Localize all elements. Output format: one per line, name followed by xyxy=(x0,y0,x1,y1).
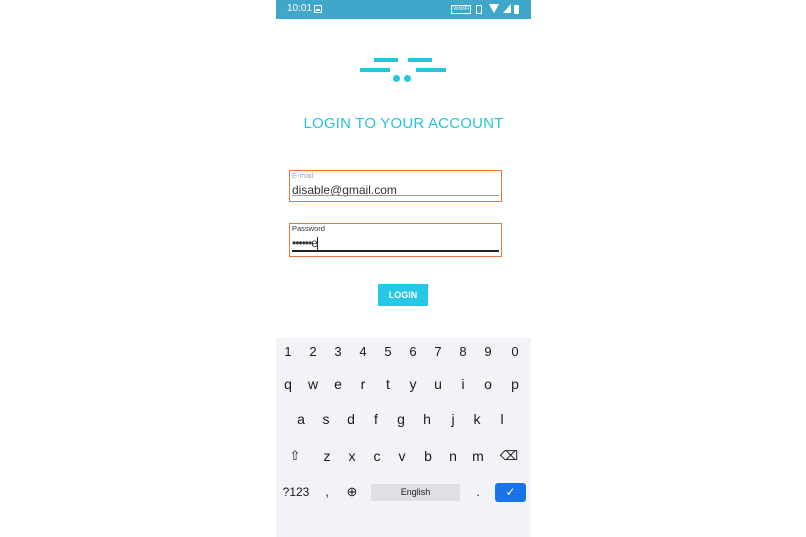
keyboard-number-row: 1 2 3 4 5 6 7 8 9 0 xyxy=(276,342,531,362)
image-notification-icon xyxy=(314,5,322,13)
password-value: ••••••e xyxy=(292,236,318,250)
symbols-key[interactable]: ?123 xyxy=(281,482,311,502)
period-key[interactable]: . xyxy=(467,482,489,502)
login-button[interactable]: LOGIN xyxy=(378,284,428,306)
key-e[interactable]: e xyxy=(327,374,349,394)
app-logo xyxy=(360,55,446,83)
shift-key-icon[interactable]: ⇧ xyxy=(284,446,306,466)
key-3[interactable]: 3 xyxy=(327,342,349,362)
keyboard-row-1: q w e r t y u i o p xyxy=(276,374,531,394)
key-b[interactable]: b xyxy=(417,446,439,466)
password-field[interactable]: Password ••••••e xyxy=(289,223,502,257)
enter-key-icon[interactable]: ✓ xyxy=(495,483,526,502)
page-title: LOGIN TO YOUR ACCOUNT xyxy=(303,115,504,132)
key-2[interactable]: 2 xyxy=(302,342,324,362)
key-k[interactable]: k xyxy=(466,409,488,429)
key-r[interactable]: r xyxy=(352,374,374,394)
key-o[interactable]: o xyxy=(477,374,499,394)
backspace-key-icon[interactable]: ⌫ xyxy=(498,446,520,466)
wifi-icon xyxy=(489,4,499,13)
key-w[interactable]: w xyxy=(302,374,324,394)
key-s[interactable]: s xyxy=(315,409,337,429)
key-c[interactable]: c xyxy=(366,446,388,466)
key-p[interactable]: p xyxy=(504,374,526,394)
key-4[interactable]: 4 xyxy=(352,342,374,362)
key-1[interactable]: 1 xyxy=(277,342,299,362)
key-v[interactable]: v xyxy=(391,446,413,466)
logo-dash xyxy=(408,58,432,62)
email-field[interactable]: E-mail disable@gmail.com xyxy=(289,170,502,202)
vowifi-icon: VoWiFi xyxy=(451,5,471,14)
logo-dash xyxy=(374,58,398,62)
key-z[interactable]: z xyxy=(316,446,338,466)
battery-icon xyxy=(514,5,519,14)
key-0[interactable]: 0 xyxy=(504,342,526,362)
password-value-wrap[interactable]: ••••••e xyxy=(292,236,318,251)
key-q[interactable]: q xyxy=(277,374,299,394)
key-a[interactable]: a xyxy=(290,409,312,429)
key-h[interactable]: h xyxy=(416,409,438,429)
soft-keyboard: 1 2 3 4 5 6 7 8 9 0 q w e r t y u i o p … xyxy=(276,338,531,537)
logo-dot xyxy=(393,75,400,82)
key-5[interactable]: 5 xyxy=(377,342,399,362)
logo-dash xyxy=(360,68,390,72)
key-d[interactable]: d xyxy=(340,409,362,429)
password-label: Password xyxy=(292,224,325,233)
key-y[interactable]: y xyxy=(402,374,424,394)
keyboard-bottom-row: ?123 , ⊕ English . ✓ xyxy=(276,482,531,502)
logo-dash xyxy=(416,68,446,72)
key-l[interactable]: l xyxy=(491,409,513,429)
key-j[interactable]: j xyxy=(442,409,464,429)
vibrate-icon xyxy=(476,5,482,14)
status-bar: 10:01 VoWiFi xyxy=(276,0,531,19)
email-underline xyxy=(292,195,499,196)
signal-icon xyxy=(503,4,511,13)
comma-key[interactable]: , xyxy=(316,482,338,502)
key-m[interactable]: m xyxy=(467,446,489,466)
globe-key-icon[interactable]: ⊕ xyxy=(341,482,363,502)
keyboard-row-3: ⇧ z x c v b n m ⌫ xyxy=(276,446,531,466)
phone-screen: 10:01 VoWiFi LOGIN TO YOUR ACCOUNT E-mai… xyxy=(276,0,531,537)
key-n[interactable]: n xyxy=(442,446,464,466)
key-9[interactable]: 9 xyxy=(477,342,499,362)
key-x[interactable]: x xyxy=(341,446,363,466)
password-underline xyxy=(292,250,499,252)
keyboard-row-2: a s d f g h j k l xyxy=(276,409,531,429)
email-label: E-mail xyxy=(292,171,314,180)
status-time: 10:01 xyxy=(287,3,313,14)
key-7[interactable]: 7 xyxy=(427,342,449,362)
key-6[interactable]: 6 xyxy=(402,342,424,362)
key-8[interactable]: 8 xyxy=(452,342,474,362)
logo-dot xyxy=(404,75,411,82)
key-i[interactable]: i xyxy=(452,374,474,394)
space-key[interactable]: English xyxy=(371,484,460,501)
key-f[interactable]: f xyxy=(365,409,387,429)
key-g[interactable]: g xyxy=(390,409,412,429)
key-t[interactable]: t xyxy=(377,374,399,394)
key-u[interactable]: u xyxy=(427,374,449,394)
text-cursor xyxy=(316,237,318,251)
